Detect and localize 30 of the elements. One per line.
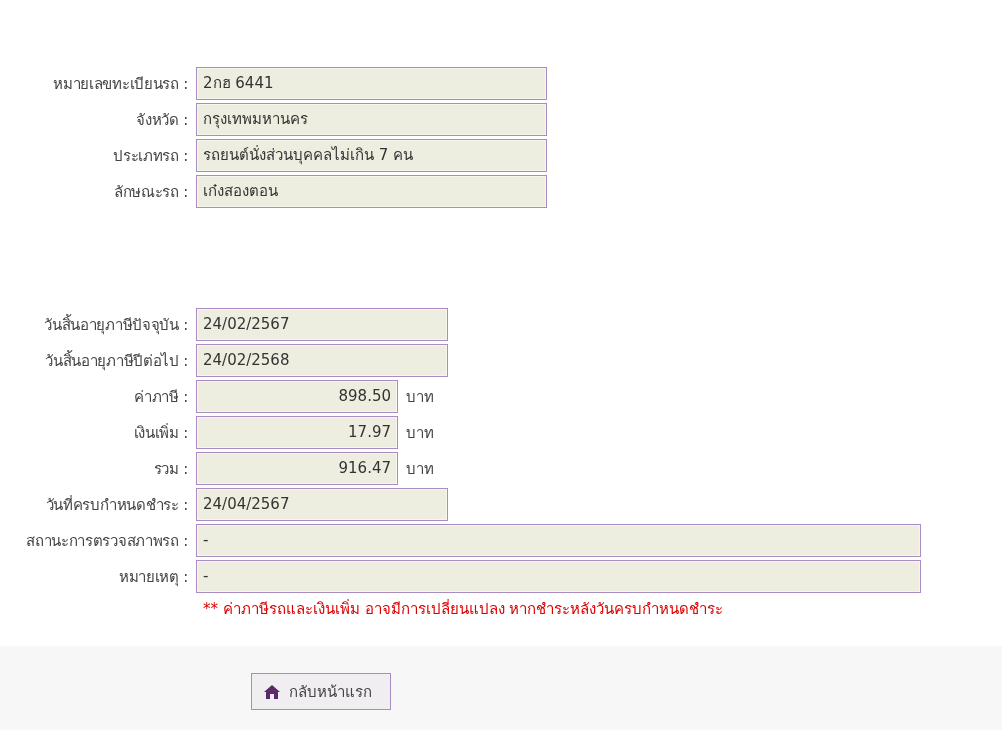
field-label: หมายเหตุ : bbox=[117, 566, 189, 589]
warning-note: ** ค่าภาษีรถและเงินเพิ่ม อาจมีการเปลี่ยนแปลง หากชำระหลังวันครบกำหนดชำระ bbox=[203, 600, 724, 618]
field-label: เงินเพิ่ม : bbox=[132, 422, 189, 444]
input-field[interactable]: 898.50 bbox=[196, 380, 398, 413]
home-icon bbox=[263, 683, 281, 700]
field-label: หมายเลขทะเบียนรถ : bbox=[52, 73, 189, 95]
input-field[interactable]: - bbox=[196, 560, 921, 593]
field-label: ลักษณะรถ : bbox=[112, 181, 189, 203]
unit-label: บาท bbox=[406, 422, 434, 444]
input-field[interactable]: 916.47 bbox=[196, 452, 398, 485]
field-label: สถานะการตรวจสภาพรถ : bbox=[25, 530, 189, 552]
field-label: วันที่ครบกำหนดชำระ : bbox=[44, 494, 189, 516]
input-field[interactable]: 24/04/2567 bbox=[196, 488, 448, 521]
input-field[interactable]: 17.97 bbox=[196, 416, 398, 449]
field-label: วันสิ้นอายุภาษีปัจจุบัน : bbox=[43, 313, 189, 337]
unit-label: บาท bbox=[406, 458, 434, 480]
field-label: ประเภทรถ : bbox=[112, 145, 189, 167]
field-label: รวม : bbox=[152, 458, 189, 480]
input-field[interactable]: - bbox=[196, 524, 921, 557]
field-label: จังหวัด : bbox=[135, 109, 189, 131]
unit-label: บาท bbox=[406, 386, 434, 408]
input-field[interactable]: เก๋งสองตอน bbox=[196, 175, 547, 208]
field-label: วันสิ้นอายุภาษีปีต่อไป : bbox=[44, 349, 189, 373]
input-field[interactable]: 24/02/2568 bbox=[196, 344, 448, 377]
field-label: ค่าภาษี : bbox=[133, 386, 189, 408]
input-field[interactable]: รถยนต์นั่งส่วนบุคคลไม่เกิน 7 คน bbox=[196, 139, 547, 172]
input-field[interactable]: กรุงเทพมหานคร bbox=[196, 103, 547, 136]
input-field[interactable]: 24/02/2567 bbox=[196, 308, 448, 341]
input-field[interactable]: 2กฮ 6441 bbox=[196, 67, 547, 100]
home-button[interactable]: กลับหน้าแรก bbox=[251, 673, 391, 710]
